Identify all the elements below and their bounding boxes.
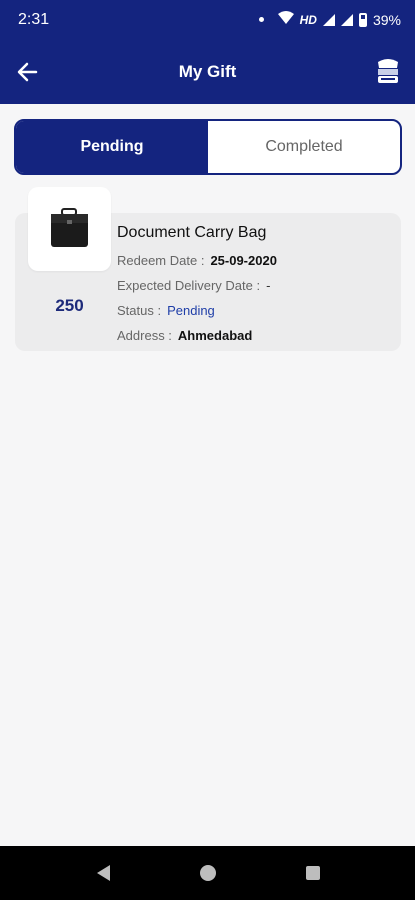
address-row: Address : Ahmedabad	[117, 328, 252, 343]
battery-icon	[358, 12, 367, 27]
expected-delivery-label: Expected Delivery Date :	[117, 278, 261, 293]
redeem-date-value: 25-09-2020	[210, 253, 277, 268]
address-label: Address :	[117, 328, 172, 343]
nav-home-icon[interactable]	[199, 863, 217, 883]
notification-dot-icon	[258, 17, 264, 22]
logo-icon	[378, 59, 398, 83]
address-value: Ahmedabad	[177, 328, 253, 343]
gift-title: Document Carry Bag	[117, 224, 267, 241]
tab-bar: Pending Completed	[14, 119, 402, 175]
status-icons: HD 39%	[258, 11, 401, 28]
network-type: HD	[299, 12, 317, 27]
brand-logo[interactable]	[375, 58, 401, 86]
redeem-date-label: Redeem Date :	[117, 253, 205, 268]
signal-icon	[322, 13, 335, 26]
nav-back-icon[interactable]	[94, 863, 112, 883]
page-title: My Gift	[178, 62, 237, 81]
status-value: Pending	[167, 303, 215, 318]
status-label: Status :	[117, 303, 162, 318]
redeem-date-row: Redeem Date : 25-09-2020	[117, 253, 277, 268]
expected-delivery-value: -	[266, 278, 271, 293]
system-nav-bar	[0, 846, 415, 900]
battery-percent: 39%	[372, 11, 401, 28]
status-time: 2:31	[18, 11, 50, 28]
wifi-icon	[277, 11, 294, 28]
expected-delivery-row: Expected Delivery Date :-	[117, 278, 270, 293]
signal-icon-2	[340, 13, 353, 26]
gift-thumbnail	[28, 187, 111, 271]
tab-completed[interactable]: Completed	[208, 121, 400, 173]
nav-recents-icon[interactable]	[304, 863, 322, 883]
briefcase-icon	[51, 208, 88, 247]
app-bar: My Gift	[0, 40, 415, 104]
tab-pending[interactable]: Pending	[16, 121, 208, 173]
status-row: Status : Pending	[117, 303, 215, 318]
points-value: 250	[55, 296, 84, 315]
status-bar: 2:31 HD 39%	[0, 0, 415, 40]
